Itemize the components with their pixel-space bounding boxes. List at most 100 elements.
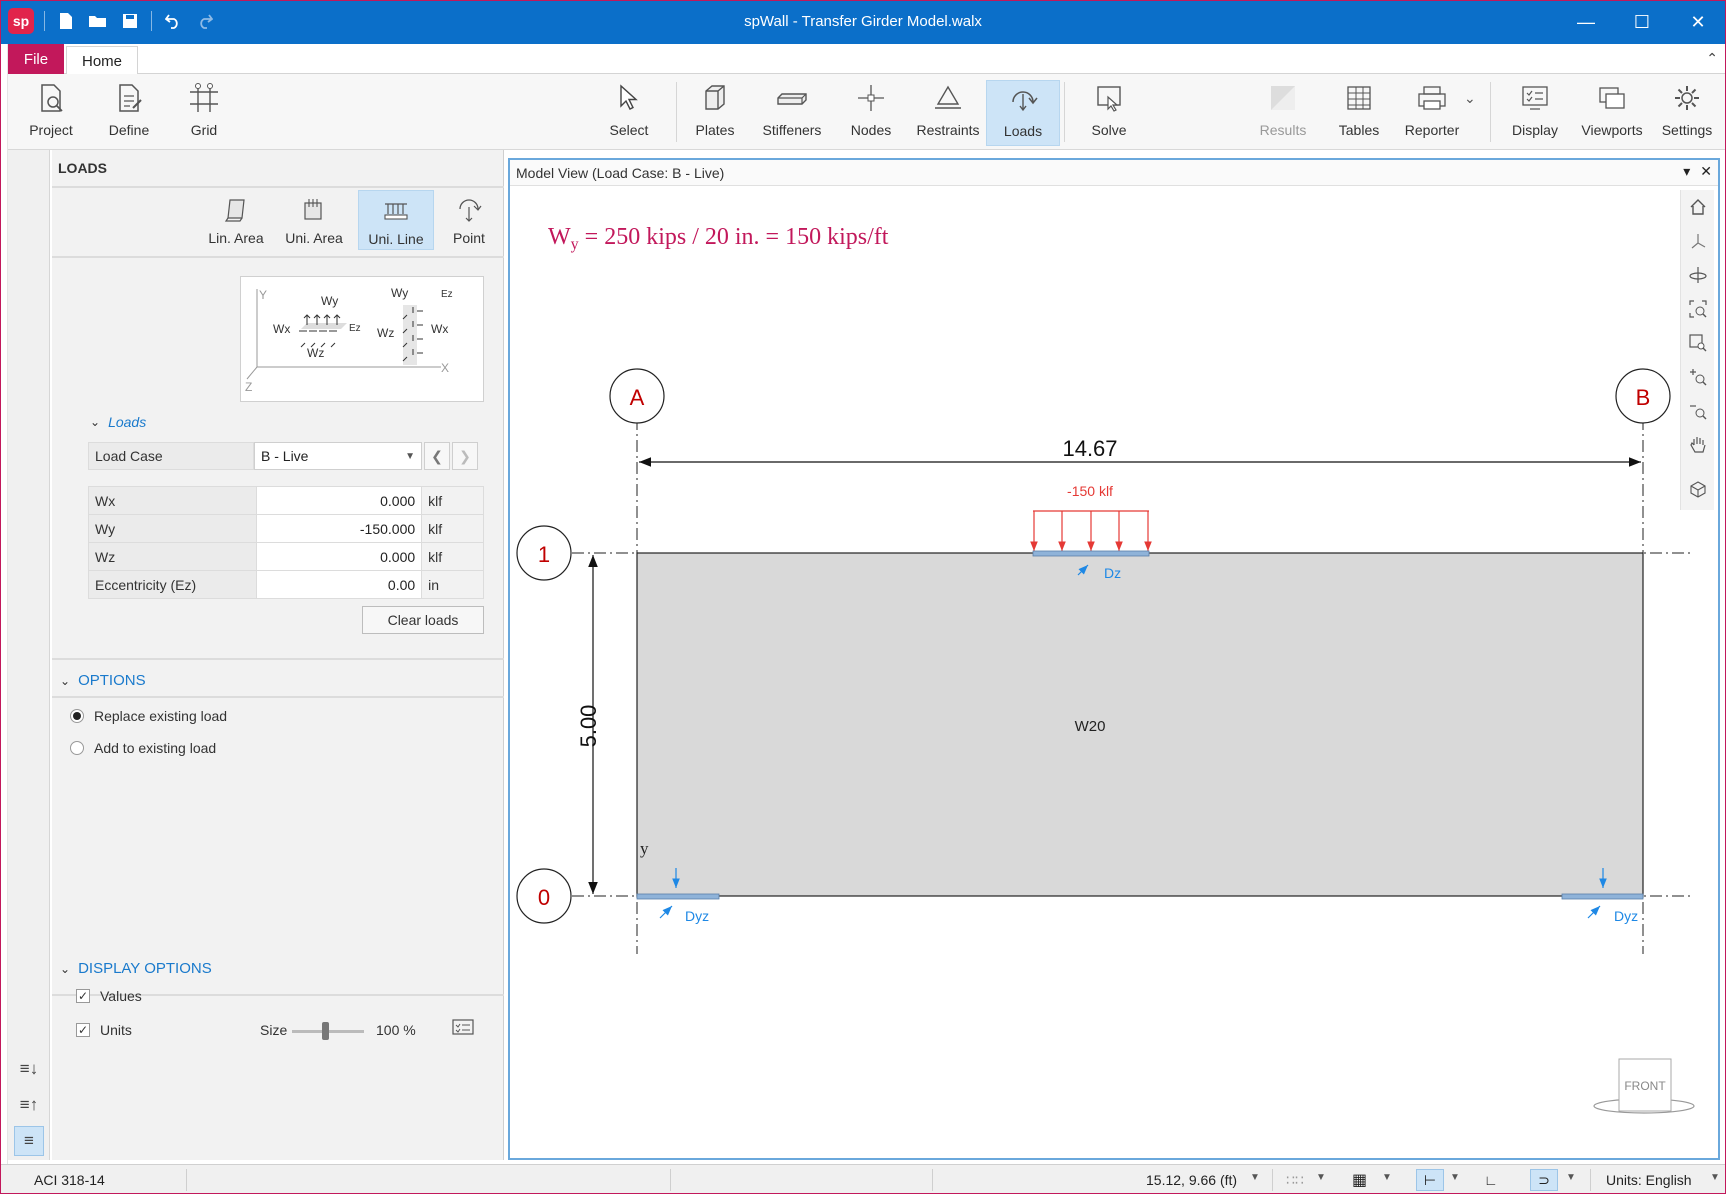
table-row: Wz 0.000 klf — [88, 542, 484, 571]
plate-w20[interactable] — [636, 552, 1644, 897]
plates-button[interactable]: Plates — [682, 80, 748, 146]
nodes-button[interactable]: Nodes — [838, 80, 904, 146]
load-line-segment[interactable] — [1032, 550, 1150, 557]
restraint-segment-right[interactable] — [1561, 893, 1644, 900]
size-slider-thumb[interactable] — [322, 1022, 329, 1040]
prop-unit: klf — [421, 486, 484, 515]
grid-dropdown-icon[interactable]: ▼ — [1382, 1172, 1392, 1183]
zoom-extents-icon[interactable] — [1685, 296, 1711, 322]
uni-area-icon — [301, 194, 327, 226]
settings-button[interactable]: Settings — [1652, 80, 1722, 146]
zoom-out-icon[interactable] — [1685, 398, 1711, 424]
restraint-arrow-right-diag — [1587, 905, 1601, 919]
display-dropdown-icon[interactable]: ▼ — [1566, 1172, 1576, 1183]
reporter-label: Reporter — [1404, 122, 1460, 138]
ribbon-separator-2 — [1064, 82, 1065, 142]
options-section-header[interactable]: ⌄ OPTIONS — [60, 672, 146, 689]
3d-view-icon[interactable] — [1685, 476, 1711, 502]
sort-up-icon[interactable]: ≡↑ — [14, 1090, 44, 1120]
panel-divider-4 — [52, 696, 504, 698]
clear-loads-button[interactable]: Clear loads — [362, 606, 484, 634]
prev-load-case-button[interactable]: ❮ — [424, 442, 450, 470]
reporter-button[interactable]: Reporter — [1396, 80, 1468, 146]
uni-area-button[interactable]: Uni. Area — [276, 190, 352, 250]
zoom-window-icon[interactable] — [1685, 330, 1711, 356]
grid-bubble-1-label: 1 — [538, 542, 550, 567]
project-icon — [31, 80, 71, 116]
project-button[interactable]: Project — [14, 80, 88, 146]
view-cube[interactable]: FRONT — [1593, 1058, 1695, 1114]
coords-dropdown-icon[interactable]: ▼ — [1250, 1172, 1260, 1183]
loads-section-header[interactable]: ⌄ Loads — [90, 414, 146, 430]
window-controls: — ☐ ✕ — [1558, 0, 1726, 44]
load-arrows[interactable] — [1030, 511, 1152, 551]
solve-button[interactable]: Solve — [1074, 80, 1144, 146]
close-icon[interactable]: ✕ — [1670, 0, 1726, 44]
ribbon-separator — [676, 82, 677, 142]
model-view-header: Model View (Load Case: B - Live) ▾ ✕ — [510, 160, 1718, 186]
tab-home[interactable]: Home — [66, 46, 138, 75]
replace-existing-radio[interactable]: Replace existing load — [70, 708, 227, 724]
display-options-section-header[interactable]: ⌄ DISPLAY OPTIONS — [60, 960, 212, 977]
units-checkbox[interactable]: ✓ Units — [76, 1022, 132, 1038]
sort-down-icon[interactable]: ≡↓ — [14, 1054, 44, 1084]
left-toolstrip: ≡↓ ≡↑ ≡ — [8, 150, 50, 1160]
stiffeners-button[interactable]: Stiffeners — [752, 80, 832, 146]
point-load-button[interactable]: Point — [438, 190, 500, 250]
wz-field[interactable]: 0.000 — [255, 542, 423, 571]
next-load-case-button[interactable]: ❯ — [452, 442, 478, 470]
reporter-dropdown-icon[interactable]: ⌄ — [1464, 90, 1476, 107]
zoom-in-icon[interactable] — [1685, 364, 1711, 390]
grid-toggle-icon[interactable]: ▦ — [1352, 1170, 1367, 1190]
load-case-select[interactable]: B - Live ▼ — [254, 442, 422, 470]
ribbon-collapse-icon[interactable]: ⌃ — [1706, 50, 1718, 67]
viewports-label: Viewports — [1581, 122, 1643, 138]
minimize-icon[interactable]: — — [1558, 0, 1614, 44]
list-icon[interactable]: ≡ — [14, 1126, 44, 1156]
wx-field[interactable]: 0.000 — [255, 486, 423, 515]
grid-button[interactable]: Grid — [170, 80, 238, 146]
tables-button[interactable]: Tables — [1326, 80, 1392, 146]
display-toggle-icon[interactable]: ⊃ — [1530, 1169, 1558, 1191]
axes-view-icon[interactable] — [1685, 228, 1711, 254]
ortho-toggle-icon[interactable]: ⊢ — [1416, 1169, 1444, 1191]
pan-hand-icon[interactable] — [1685, 432, 1711, 458]
add-existing-radio[interactable]: Add to existing load — [70, 740, 216, 756]
home-view-icon[interactable] — [1685, 194, 1711, 220]
table-row: Wx 0.000 klf — [88, 486, 484, 515]
restraint-segment-left[interactable] — [636, 893, 720, 900]
wy-field[interactable]: -150.000 — [255, 514, 423, 543]
plates-icon — [695, 80, 735, 116]
ortho-dropdown-icon[interactable]: ▼ — [1450, 1172, 1460, 1183]
define-button[interactable]: Define — [94, 80, 164, 146]
lin-area-button[interactable]: Lin. Area — [198, 190, 274, 250]
units-dropdown-icon[interactable]: ▼ — [1710, 1172, 1720, 1183]
rotate-icon[interactable] — [1685, 262, 1711, 288]
uni-line-button[interactable]: Uni. Line — [358, 190, 434, 250]
grid-label: Grid — [190, 122, 218, 138]
restraints-button[interactable]: Restraints — [908, 80, 988, 146]
viewports-button[interactable]: Viewports — [1572, 80, 1652, 146]
snap-grid-icon[interactable]: ∷∷ — [1286, 1172, 1304, 1189]
load-value-label: -150 klf — [1067, 483, 1113, 499]
define-label: Define — [108, 122, 150, 138]
values-checkbox[interactable]: ✓ Values — [76, 988, 142, 1004]
eccentricity-field[interactable]: 0.00 — [255, 570, 423, 599]
display-settings-icon[interactable] — [450, 1016, 476, 1040]
ucs-icon[interactable]: ∟ — [1484, 1172, 1498, 1188]
uni-line-icon — [382, 195, 410, 227]
results-button[interactable]: Results — [1248, 80, 1318, 146]
prop-key: Wx — [88, 486, 257, 515]
tab-file[interactable]: File — [8, 44, 64, 74]
display-icon — [1515, 80, 1555, 116]
display-button[interactable]: Display — [1500, 80, 1570, 146]
stiffeners-icon — [772, 80, 812, 116]
close-view-icon[interactable]: ✕ — [1700, 163, 1712, 180]
snap-dropdown-icon[interactable]: ▼ — [1316, 1172, 1326, 1183]
units-indicator[interactable]: Units: English — [1606, 1172, 1692, 1188]
select-button[interactable]: Select — [594, 80, 664, 146]
maximize-icon[interactable]: ☐ — [1614, 0, 1670, 44]
model-canvas[interactable]: Wy = 250 kips / 20 in. = 150 kips/ft W20… — [510, 186, 1718, 1158]
view-menu-icon[interactable]: ▾ — [1683, 163, 1690, 180]
loads-button[interactable]: Loads — [986, 80, 1060, 146]
